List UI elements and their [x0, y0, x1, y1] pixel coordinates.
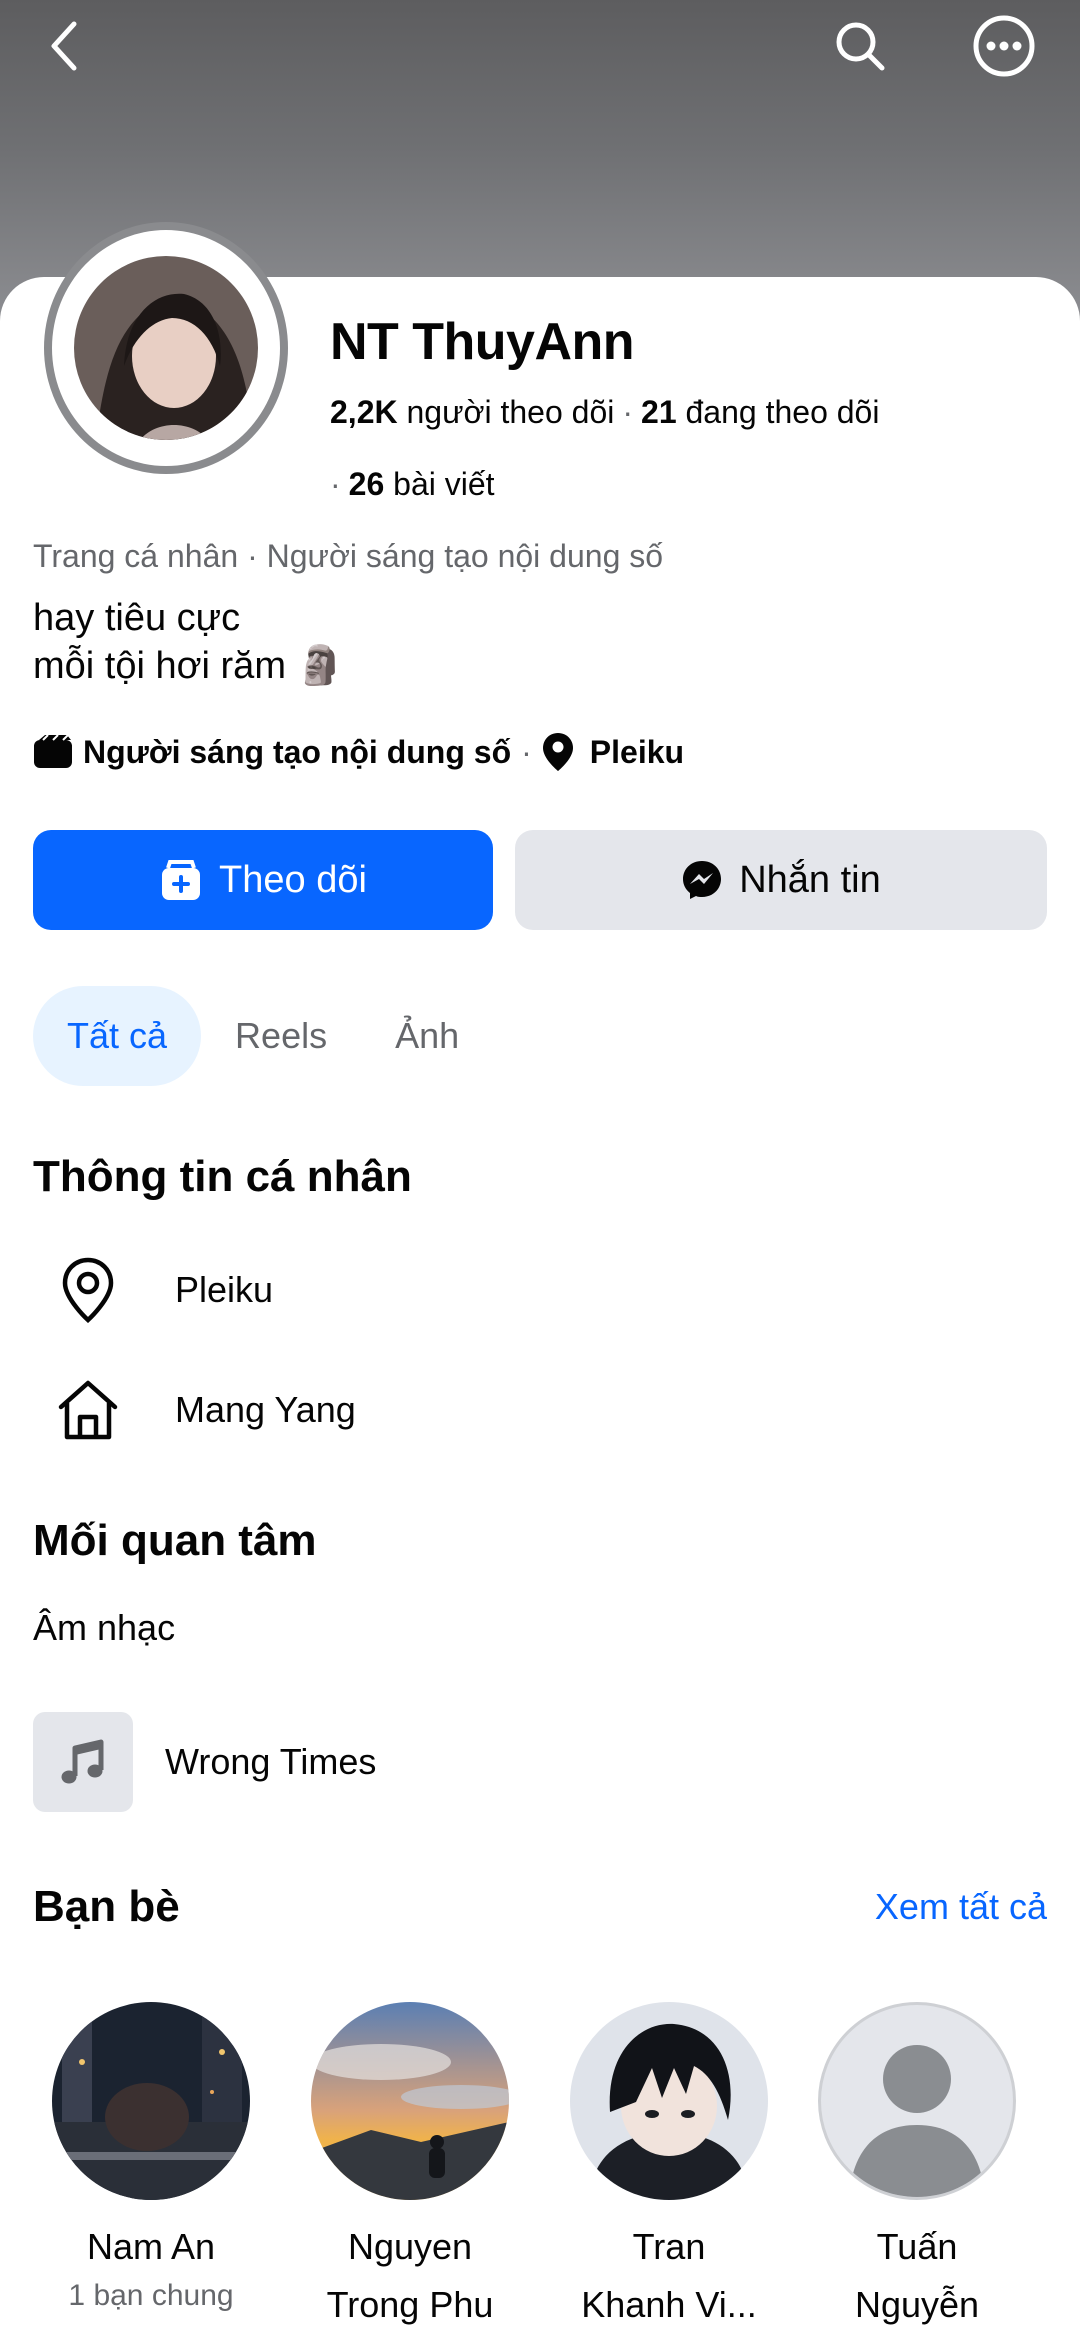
following-count[interactable]: 21 — [641, 394, 677, 430]
followers-count[interactable]: 2,2K — [330, 394, 398, 430]
search-button[interactable] — [824, 12, 896, 84]
friend-name: Tuấn Nguyễn — [797, 2218, 1037, 2334]
default-avatar-icon — [818, 2002, 1016, 2200]
profile-meta: Người sáng tạo nội dung số · Pleiku — [33, 730, 684, 774]
follow-icon — [159, 858, 219, 902]
creator-badge-icon — [33, 735, 73, 769]
avatar-photo — [68, 250, 264, 446]
interest-category: Âm nhạc — [33, 1607, 176, 1648]
interest-item-label: Wrong Times — [165, 1741, 377, 1782]
current-city-value: Pleiku — [175, 1269, 274, 1310]
home-icon — [33, 1377, 143, 1443]
friend-name-line: Nguyen — [347, 2226, 473, 2267]
friend-name-line: Tran — [632, 2226, 706, 2267]
friend-avatar — [311, 2002, 509, 2200]
tab-photos[interactable]: Ảnh — [361, 986, 493, 1086]
location-pin-icon — [542, 732, 574, 772]
friend-avatar — [52, 2002, 250, 2200]
message-button[interactable]: Nhắn tin — [515, 830, 1047, 930]
interests-title: Mối quan tâm — [33, 1516, 317, 1565]
profile-category: Trang cá nhân · Người sáng tạo nội dung … — [33, 538, 664, 574]
tab-reels[interactable]: Reels — [201, 986, 361, 1086]
friend-avatar — [570, 2002, 768, 2200]
friend-name: Tran Khanh Vi... — [549, 2218, 789, 2334]
friend-card[interactable]: Tran Khanh Vi... — [549, 2002, 789, 2334]
music-note-icon — [33, 1712, 133, 1812]
messenger-icon — [681, 859, 739, 901]
current-city-row[interactable]: Pleiku — [33, 1250, 273, 1330]
more-horizontal-icon — [972, 14, 1036, 83]
friend-card[interactable]: Nguyen Trong Phu — [290, 2002, 530, 2334]
friend-name: Nam An — [86, 2226, 216, 2267]
chevron-left-icon — [44, 18, 84, 79]
follow-stats: 2,2K người theo dõi · 21 đang theo dõi — [330, 394, 879, 431]
location-pin-icon — [33, 1257, 143, 1323]
posts-count: 26 — [348, 466, 385, 502]
more-options-button[interactable] — [968, 12, 1040, 84]
mutual-friends: 1 bạn chung — [68, 2279, 234, 2312]
separator-dot: · — [622, 394, 634, 430]
friend-name-line: Nguyễn — [854, 2284, 980, 2325]
follow-button[interactable]: Theo dõi — [33, 830, 493, 930]
hometown-value: Mang Yang — [175, 1389, 356, 1430]
separator-dot: · — [330, 466, 341, 502]
profile-bio: hay tiêu cực mỗi tội hơi răm 🗿 — [33, 594, 344, 690]
friend-name-line: Tuấn — [876, 2226, 958, 2267]
hometown-row[interactable]: Mang Yang — [33, 1370, 356, 1450]
followers-label[interactable]: người theo dõi — [406, 394, 614, 430]
friends-title: Bạn bè — [33, 1882, 180, 1931]
personal-info-title: Thông tin cá nhân — [33, 1152, 412, 1201]
post-stats: · 26 bài viết — [330, 466, 495, 503]
creator-label: Người sáng tạo nội dung số — [83, 733, 512, 770]
tab-all[interactable]: Tất cả — [33, 986, 202, 1086]
follow-button-label: Theo dõi — [219, 858, 367, 901]
friend-card[interactable]: Tuấn Nguyễn — [797, 2002, 1037, 2334]
bio-line: mỗi tội hơi răm 🗿 — [33, 645, 344, 687]
profile-name: NT ThuyAnn — [330, 313, 635, 371]
posts-label: bài viết — [393, 466, 495, 502]
friend-card[interactable]: Nam An 1 bạn chung — [31, 2002, 271, 2316]
see-all-friends-link[interactable]: Xem tất cả — [875, 1886, 1047, 1928]
profile-avatar[interactable] — [44, 222, 288, 474]
interest-item[interactable]: Wrong Times — [33, 1712, 376, 1812]
following-label[interactable]: đang theo dõi — [686, 394, 880, 430]
profile-tabs: Tất cả Reels Ảnh — [33, 986, 493, 1086]
meta-location[interactable]: Pleiku — [590, 734, 684, 771]
back-button[interactable] — [28, 12, 100, 84]
separator-dot: · — [521, 733, 532, 770]
friend-name: Nguyen Trong Phu — [290, 2218, 530, 2334]
friend-name-line: Khanh Vi... — [581, 2284, 757, 2325]
message-button-label: Nhắn tin — [739, 858, 881, 901]
friend-name-line: Trong Phu — [326, 2284, 494, 2325]
search-icon — [832, 18, 888, 79]
bio-line: hay tiêu cực — [33, 597, 241, 639]
